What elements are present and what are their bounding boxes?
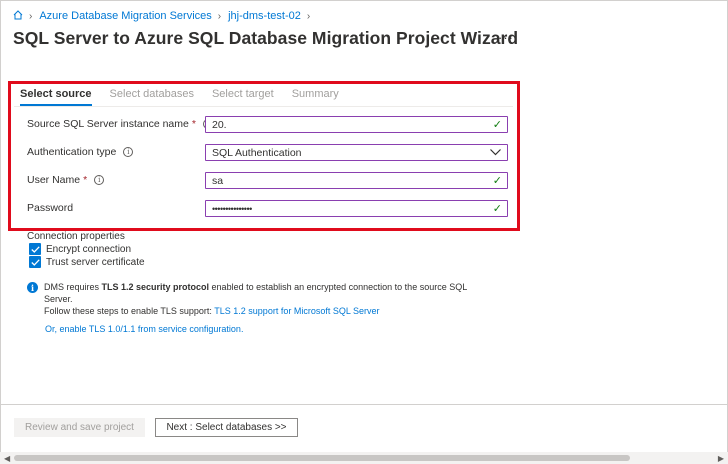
page-title: SQL Server to Azure SQL Database Migrati… (13, 28, 519, 48)
home-icon[interactable] (13, 9, 23, 23)
tls-info-text: DMS requires TLS 1.2 security protocol e… (44, 282, 467, 316)
connection-properties-label: Connection properties (27, 231, 125, 242)
highlight-box (8, 81, 520, 231)
chevron-right-icon: › (29, 10, 33, 22)
review-save-button[interactable]: Review and save project (14, 418, 145, 437)
breadcrumb-item-instance[interactable]: jhj-dms-test-02 (228, 10, 301, 22)
next-select-databases-button[interactable]: Next : Select databases >> (155, 418, 298, 437)
scroll-right-icon[interactable]: ▶ (718, 454, 724, 463)
encrypt-connection-label: Encrypt connection (46, 243, 132, 255)
breadcrumb-item-dms[interactable]: Azure Database Migration Services (39, 10, 211, 22)
checkbox-checked-icon[interactable] (29, 256, 41, 268)
scroll-left-icon[interactable]: ◀ (4, 454, 10, 463)
info-icon: i (27, 282, 38, 293)
chevron-right-icon: › (306, 10, 311, 22)
enable-tls-link[interactable]: Or, enable TLS 1.0/1.1 from service conf… (45, 324, 243, 334)
more-options-button[interactable]: ··· (498, 30, 514, 45)
footer-divider (0, 404, 728, 405)
tls-info-message: i DMS requires TLS 1.2 security protocol… (27, 281, 497, 317)
chevron-right-icon: › (217, 10, 222, 22)
scrollbar-thumb[interactable] (14, 455, 630, 461)
horizontal-scrollbar[interactable]: ◀ ▶ (0, 452, 728, 464)
tls-support-link[interactable]: TLS 1.2 support for Microsoft SQL Server (214, 306, 379, 316)
trust-server-certificate-label: Trust server certificate (46, 256, 145, 268)
encrypt-connection-checkbox[interactable]: Encrypt connection (29, 243, 131, 255)
trust-server-certificate-checkbox[interactable]: Trust server certificate (29, 256, 145, 268)
breadcrumb: › Azure Database Migration Services › jh… (13, 9, 317, 23)
checkbox-checked-icon[interactable] (29, 243, 41, 255)
